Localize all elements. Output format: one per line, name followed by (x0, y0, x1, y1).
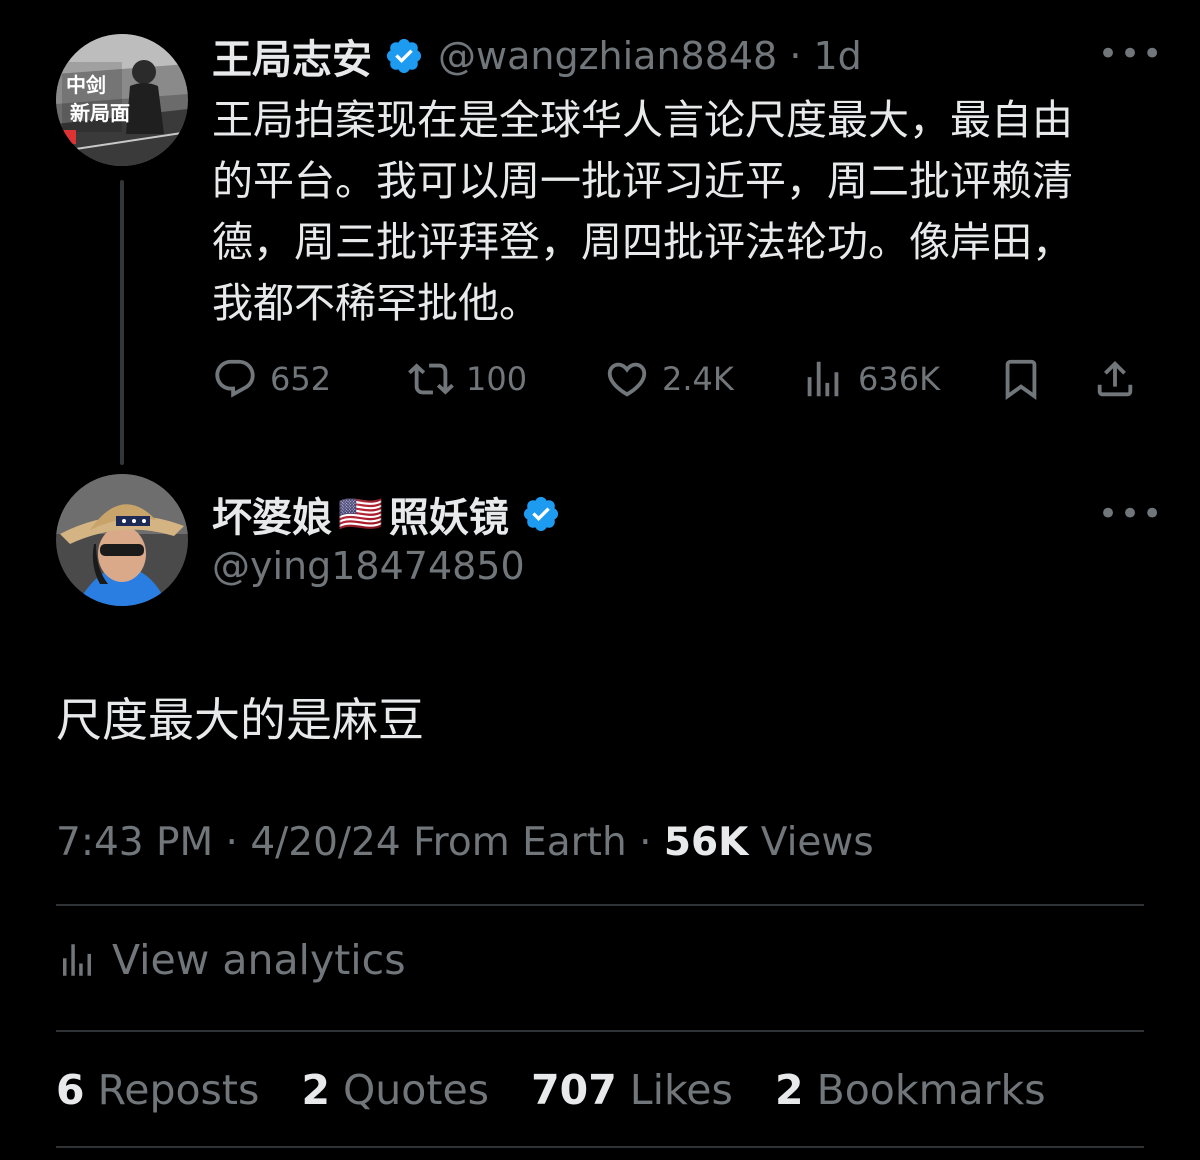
reply-icon (215, 359, 255, 398)
more-options-icon[interactable]: ••• (1098, 494, 1164, 534)
tweet-meta-line: 7:43 PM · 4/20/24 From Earth · 56K Views (56, 820, 874, 865)
heart-icon (607, 362, 647, 397)
verified-badge-icon[interactable] (384, 36, 424, 76)
divider (56, 1030, 1144, 1032)
bookmarks-count: 2 (774, 1066, 804, 1114)
likes-label: Likes (629, 1066, 733, 1114)
tweet-timestamp[interactable]: 7:43 PM · 4/20/24 From Earth · (56, 820, 664, 865)
reply-button[interactable]: 652 (212, 356, 331, 402)
views-button[interactable]: 636K (800, 356, 940, 402)
thread-connector-line (120, 180, 124, 465)
divider (56, 1146, 1144, 1148)
us-flag-emoji: 🇺🇸 (338, 494, 383, 535)
parent-tweet-text: 王局拍案现在是全球华人言论尺度最大，最自由的平台。我可以周一批评习近平，周二批评… (212, 96, 1073, 327)
author-name-part2[interactable]: 照妖镜 (389, 485, 509, 543)
reposts-count: 6 (56, 1066, 85, 1114)
bookmark-icon (1005, 359, 1037, 400)
analytics-icon (807, 361, 839, 397)
divider (56, 904, 1144, 906)
parent-tweet-header: 王局志安 @wangzhian8848 · 1d (212, 28, 862, 84)
view-analytics-label: View analytics (112, 936, 406, 984)
avatar-image (56, 474, 188, 606)
engagement-stats: 6 Reposts 2 Quotes 707 Likes 2 Bookmarks (56, 1066, 1046, 1114)
author-handle-time[interactable]: @wangzhian8848 · 1d (438, 34, 862, 78)
author-name-part1[interactable]: 坏婆娘 (212, 485, 332, 543)
views-count: 636K (858, 360, 941, 398)
reply-tweet-text: 尺度最大的是麻豆 (56, 693, 424, 747)
view-analytics-link[interactable]: View analytics (56, 936, 406, 984)
like-count: 2.4K (662, 360, 734, 398)
svg-text:新局面: 新局面 (70, 101, 130, 125)
repost-icon (408, 363, 454, 395)
avatar-wangzhian[interactable]: 中剑 新局面 (56, 34, 188, 166)
reposts-stat[interactable]: 6 Reposts (56, 1066, 259, 1114)
likes-count: 707 (531, 1066, 617, 1114)
bookmark-button[interactable] (998, 356, 1044, 406)
repost-count: 100 (466, 360, 528, 398)
author-handle[interactable]: @ying18474850 (212, 544, 525, 588)
share-button[interactable] (1092, 356, 1138, 406)
reply-count: 652 (270, 360, 332, 398)
share-icon (1097, 360, 1133, 397)
reply-tweet-header: 坏婆娘 🇺🇸 照妖镜 (212, 486, 561, 542)
author-name[interactable]: 王局志安 (212, 27, 372, 85)
quotes-count: 2 (301, 1066, 330, 1114)
views-count-bold: 56K (663, 820, 749, 865)
more-options-icon[interactable]: ••• (1098, 34, 1164, 74)
bookmarks-stat[interactable]: 2 Bookmarks (775, 1066, 1046, 1114)
avatar-image: 中剑 新局面 (56, 34, 188, 166)
reposts-label: Reposts (97, 1066, 260, 1114)
likes-stat[interactable]: 707 Likes (531, 1066, 733, 1114)
verified-badge-icon[interactable] (521, 494, 561, 534)
analytics-icon (63, 944, 91, 976)
bookmarks-label: Bookmarks (816, 1066, 1046, 1114)
repost-button[interactable]: 100 (408, 356, 527, 402)
views-label: Views (748, 820, 874, 865)
quotes-stat[interactable]: 2 Quotes (301, 1066, 489, 1114)
avatar-ying[interactable] (56, 474, 188, 606)
avatar-logo-text: 中剑 (66, 73, 106, 97)
quotes-label: Quotes (343, 1066, 490, 1114)
like-button[interactable]: 2.4K (604, 356, 734, 402)
